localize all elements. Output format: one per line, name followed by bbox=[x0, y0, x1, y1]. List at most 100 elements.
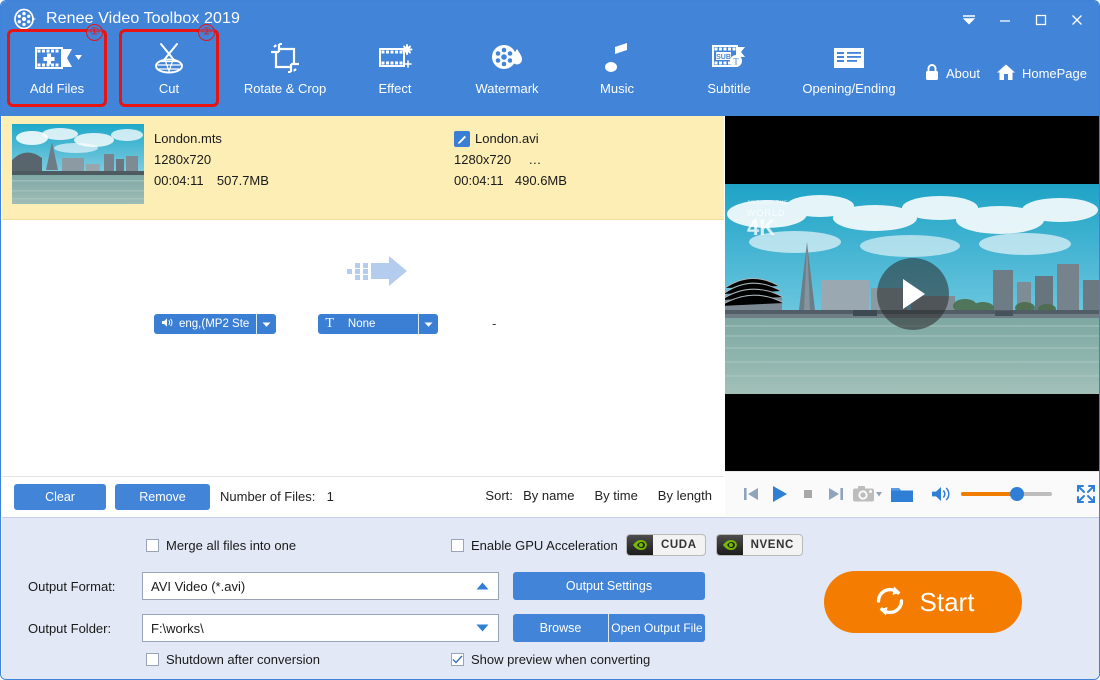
toolbar-item-watermark[interactable]: Watermark bbox=[459, 31, 555, 105]
edit-pencil-icon[interactable] bbox=[454, 131, 470, 147]
main-toolbar: ① bbox=[1, 31, 907, 105]
browse-button[interactable]: Browse bbox=[513, 614, 608, 642]
toolbar-item-subtitle[interactable]: SUB T Subtitle bbox=[681, 31, 777, 105]
remove-button[interactable]: Remove bbox=[115, 484, 210, 510]
speaker-icon bbox=[161, 317, 174, 331]
output-folder-chevron-down-icon[interactable] bbox=[476, 621, 489, 636]
shutdown-checkbox[interactable]: Shutdown after conversion bbox=[146, 652, 320, 667]
list-action-bar: Clear Remove Number of Files: 1 Sort: By… bbox=[2, 476, 724, 516]
player-controls bbox=[725, 471, 1100, 516]
nvenc-badge-label: NVENC bbox=[743, 539, 802, 551]
target-track-placeholder: - bbox=[492, 316, 496, 331]
pixel-arrow-right-icon bbox=[347, 254, 411, 293]
add-files-icon bbox=[31, 39, 83, 77]
stop-icon[interactable] bbox=[794, 479, 822, 509]
sort-controls: Sort: By name By time By length bbox=[485, 488, 712, 503]
watermark-icon bbox=[489, 39, 525, 77]
target-more-ellipsis[interactable]: … bbox=[528, 152, 541, 167]
badge-2: ② bbox=[198, 24, 215, 41]
start-button-label: Start bbox=[920, 587, 975, 618]
toolbar-label-cut: Cut bbox=[159, 81, 179, 96]
volume-knob[interactable] bbox=[1010, 487, 1024, 501]
gpu-acceleration-checkbox-box[interactable] bbox=[451, 539, 464, 552]
audio-track-chevron-down-icon[interactable] bbox=[256, 314, 276, 334]
volume-slider[interactable] bbox=[961, 492, 1052, 496]
target-resolution: 1280x720 bbox=[454, 152, 511, 167]
show-preview-label: Show preview when converting bbox=[471, 652, 650, 667]
audio-track-value: eng,(MP2 Ste bbox=[179, 318, 249, 330]
merge-files-checkbox-box[interactable] bbox=[146, 539, 159, 552]
cuda-badge[interactable]: CUDA bbox=[626, 534, 706, 556]
subtitle-t-icon: T bbox=[325, 316, 334, 332]
number-of-files: Number of Files: 1 bbox=[220, 489, 334, 504]
skip-forward-icon[interactable] bbox=[822, 479, 850, 509]
table-row[interactable]: London.mts 1280x720 00:04:11 507.7MB bbox=[2, 116, 724, 220]
toolbar-label-rotate-crop: Rotate & Crop bbox=[244, 81, 326, 96]
output-settings-button[interactable]: Output Settings bbox=[513, 572, 705, 600]
output-format-chevron-up-icon[interactable] bbox=[476, 579, 489, 594]
subtitle-icon: SUB T bbox=[710, 39, 748, 77]
sort-by-name[interactable]: By name bbox=[523, 488, 574, 503]
minimize-button[interactable] bbox=[987, 6, 1023, 34]
folder-icon[interactable] bbox=[888, 479, 916, 509]
shutdown-checkbox-box[interactable] bbox=[146, 653, 159, 666]
source-size: 507.7MB bbox=[217, 173, 269, 188]
play-icon[interactable] bbox=[765, 479, 793, 509]
expand-icon[interactable] bbox=[1072, 479, 1100, 509]
audio-track-select[interactable]: eng,(MP2 Ste bbox=[154, 314, 276, 334]
sort-by-length[interactable]: By length bbox=[658, 488, 712, 503]
maximize-button[interactable] bbox=[1023, 6, 1059, 34]
subtitle-track-value: None bbox=[348, 318, 376, 330]
refresh-circular-icon bbox=[872, 583, 908, 622]
source-duration: 00:04:11 bbox=[154, 173, 204, 188]
target-resolution-row: 1280x720 … bbox=[454, 149, 567, 170]
subtitle-track-chevron-down-icon[interactable] bbox=[418, 314, 438, 334]
close-button[interactable] bbox=[1059, 6, 1095, 34]
toolbar-item-music[interactable]: Music bbox=[569, 31, 665, 105]
toolbar-label-subtitle: Subtitle bbox=[707, 81, 750, 96]
start-button[interactable]: Start bbox=[824, 571, 1022, 633]
number-of-files-label: Number of Files: bbox=[220, 489, 315, 504]
nvenc-badge[interactable]: NVENC bbox=[716, 534, 803, 556]
toolbar-item-rotate-crop[interactable]: Rotate & Crop bbox=[227, 31, 343, 105]
toolbar-item-opening-ending[interactable]: Opening/Ending bbox=[791, 31, 907, 105]
target-duration: 00:04:11 bbox=[454, 173, 504, 188]
sort-label-group: Sort: By name bbox=[485, 488, 574, 503]
toolbar-item-effect[interactable]: Effect bbox=[347, 31, 443, 105]
svg-text:SUB: SUB bbox=[716, 54, 731, 61]
subtitle-track-select[interactable]: T None bbox=[318, 314, 438, 334]
toolbar-item-add-files[interactable]: ① bbox=[9, 31, 105, 105]
merge-files-checkbox[interactable]: Merge all files into one bbox=[146, 538, 296, 553]
output-folder-input[interactable]: F:\works\ bbox=[142, 614, 499, 642]
scissors-icon bbox=[151, 39, 187, 77]
show-preview-checkbox-box[interactable] bbox=[451, 653, 464, 666]
collapse-ribbon-button[interactable] bbox=[951, 6, 987, 34]
about-link[interactable]: About bbox=[924, 63, 980, 84]
source-resolution: 1280x720 bbox=[154, 149, 269, 170]
toolbar-item-cut[interactable]: ② Cut bbox=[121, 31, 217, 105]
show-preview-checkbox[interactable]: Show preview when converting bbox=[451, 652, 650, 667]
video-preview[interactable]: AROUND THE WORLD 4K bbox=[725, 116, 1100, 471]
speaker-icon[interactable] bbox=[927, 479, 955, 509]
output-format-select[interactable]: AVI Video (*.avi) bbox=[142, 572, 499, 600]
play-triangle-icon[interactable] bbox=[877, 258, 949, 330]
title-bar: Renee Video Toolbox 2019 ① bbox=[1, 1, 1100, 116]
nvidia-eye-icon bbox=[717, 535, 743, 555]
toolbar-label-add-files: Add Files bbox=[30, 81, 84, 96]
camera-icon[interactable] bbox=[850, 479, 884, 509]
file-list[interactable]: London.mts 1280x720 00:04:11 507.7MB bbox=[2, 116, 724, 476]
music-note-icon bbox=[603, 39, 631, 77]
film-reel-icon bbox=[13, 7, 37, 31]
merge-files-label: Merge all files into one bbox=[166, 538, 296, 553]
gpu-acceleration-checkbox[interactable]: Enable GPU Acceleration bbox=[451, 538, 618, 553]
badge-1: ① bbox=[86, 24, 103, 41]
toolbar-label-watermark: Watermark bbox=[475, 81, 538, 96]
clear-button[interactable]: Clear bbox=[14, 484, 106, 510]
toolbar-label-opening-ending: Opening/Ending bbox=[802, 81, 895, 96]
app-window: Renee Video Toolbox 2019 ① bbox=[0, 0, 1100, 680]
homepage-link[interactable]: HomePage bbox=[996, 63, 1087, 84]
sort-by-time[interactable]: By time bbox=[594, 488, 637, 503]
open-output-file-button[interactable]: Open Output File bbox=[609, 614, 705, 642]
skip-back-icon[interactable] bbox=[737, 479, 765, 509]
about-label: About bbox=[946, 66, 980, 81]
